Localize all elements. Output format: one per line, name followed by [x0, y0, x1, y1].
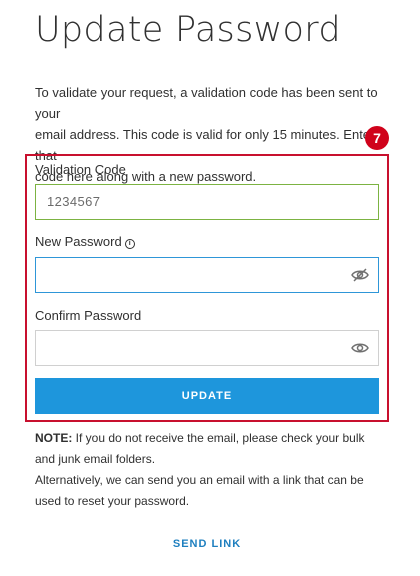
send-link-button[interactable]: SEND LINK — [0, 538, 414, 550]
new-password-field[interactable] — [35, 257, 379, 293]
info-icon[interactable]: i — [124, 239, 135, 249]
new-password-label-text: New Password — [35, 234, 122, 249]
page-title: Update Password — [35, 10, 341, 50]
confirm-password-field[interactable] — [35, 330, 379, 366]
step-badge: 7 — [365, 126, 389, 150]
update-button[interactable]: UPDATE — [35, 378, 379, 414]
validation-code-field[interactable]: 1234567 — [35, 184, 379, 220]
note-line1: If you do not receive the email, please … — [72, 431, 365, 445]
note-line: and junk email folders. — [35, 452, 156, 466]
eye-slash-icon[interactable] — [350, 267, 370, 283]
note-line: used to reset your password. — [35, 494, 190, 508]
note-text: NOTE: If you do not receive the email, p… — [35, 428, 395, 512]
note-prefix: NOTE: — [35, 431, 73, 445]
confirm-password-label: Confirm Password — [35, 308, 142, 323]
eye-icon[interactable] — [350, 340, 370, 356]
note-line: NOTE: If you do not receive the email, p… — [35, 428, 395, 449]
note-line: Alternatively, we can send you an email … — [35, 473, 364, 487]
new-password-label: New Password i — [35, 234, 135, 249]
validation-code-label: Validation Code — [35, 162, 126, 177]
validation-code-value: 1234567 — [47, 194, 101, 209]
intro-line: To validate your request, a validation c… — [35, 85, 378, 121]
